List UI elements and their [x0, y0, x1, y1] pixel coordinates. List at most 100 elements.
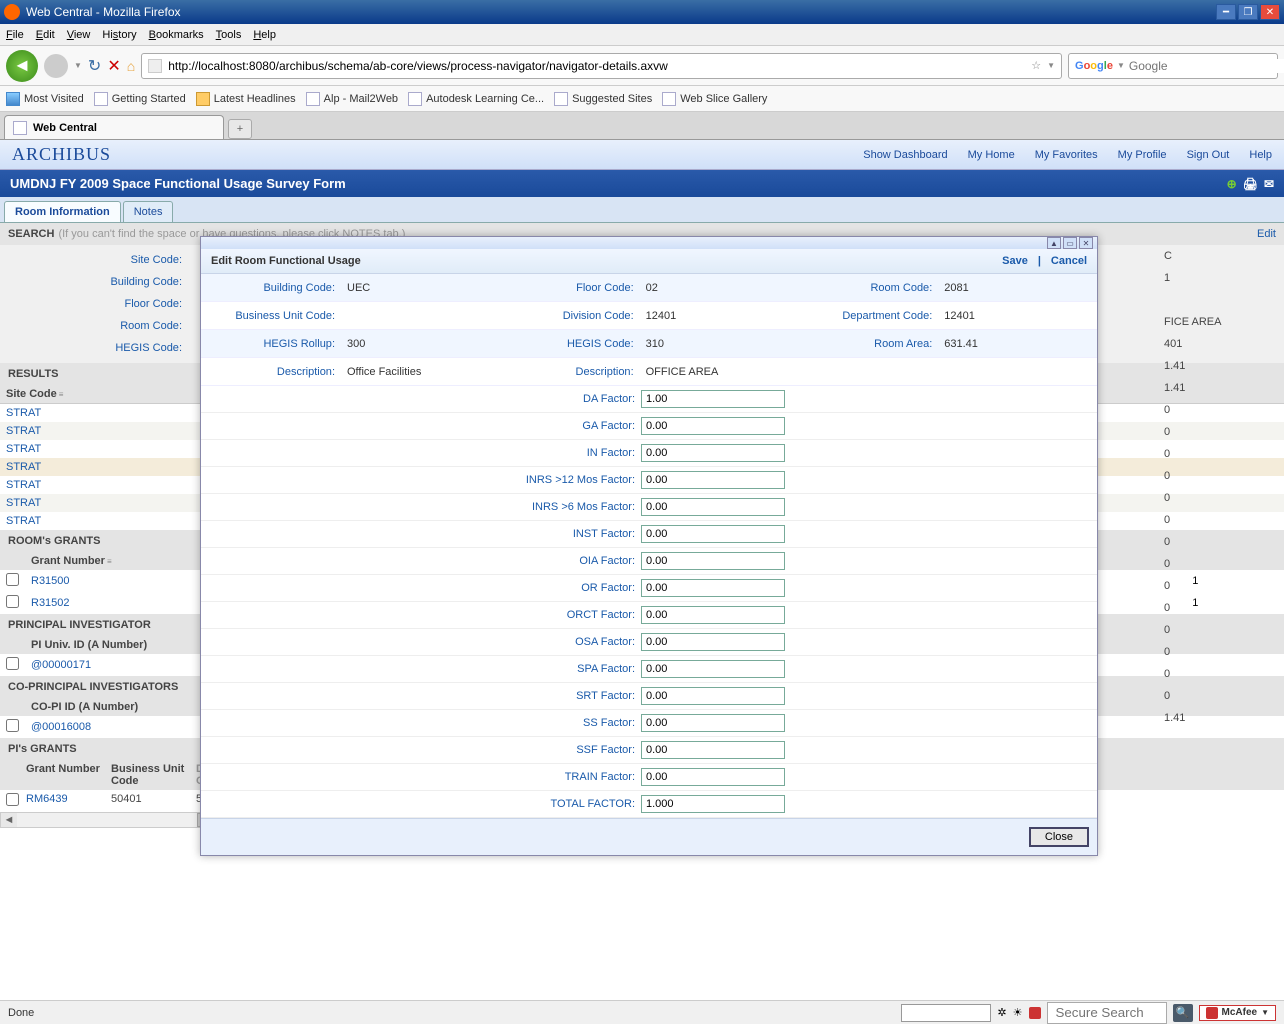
sun-icon[interactable]: ☀	[1013, 1006, 1023, 1019]
secure-search-button[interactable]: 🔍	[1173, 1004, 1193, 1022]
secure-search-input[interactable]	[1052, 1004, 1162, 1022]
url-dropdown[interactable]: ▼	[1047, 61, 1055, 70]
url-bar[interactable]: ☆ ▼	[141, 53, 1062, 79]
peek-value: 0	[1164, 509, 1264, 531]
maximize-button[interactable]: ❐	[1238, 4, 1258, 20]
readonly-field: Business Unit Code	[201, 302, 500, 330]
search-engine-dropdown[interactable]: ▼	[1117, 61, 1125, 70]
factor-input[interactable]	[641, 660, 785, 678]
browser-menubar: File Edit View History Bookmarks Tools H…	[0, 24, 1284, 46]
browser-tab-web-central[interactable]: Web Central	[4, 115, 224, 139]
readonly-field: DescriptionOFFICE AREA	[500, 358, 799, 386]
nav-my-home[interactable]: My Home	[968, 149, 1015, 161]
factor-input[interactable]	[641, 498, 785, 516]
pi-checkbox[interactable]	[6, 657, 19, 670]
menu-tools[interactable]: Tools	[216, 29, 242, 41]
factor-input[interactable]	[641, 687, 785, 705]
factor-input[interactable]	[641, 390, 785, 408]
home-button[interactable]: ⌂	[127, 58, 135, 74]
page-icon	[306, 92, 320, 106]
browser-search-box[interactable]: Google ▼ 🔍	[1068, 53, 1278, 79]
close-window-button[interactable]: ✕	[1260, 4, 1280, 20]
menu-help[interactable]: Help	[253, 29, 276, 41]
tab-room-information[interactable]: Room Information	[4, 201, 121, 222]
peek-value: 0	[1164, 597, 1264, 619]
secure-search-box[interactable]	[1047, 1002, 1167, 1024]
factor-input[interactable]	[641, 633, 785, 651]
tab-notes[interactable]: Notes	[123, 201, 174, 222]
back-button[interactable]: ◄	[6, 50, 38, 82]
new-tab-button[interactable]: +	[228, 119, 252, 139]
star-icon	[6, 92, 20, 106]
forward-button[interactable]	[44, 54, 68, 78]
peek-value: 0	[1164, 575, 1264, 597]
factor-input[interactable]	[641, 579, 785, 597]
menu-view[interactable]: View	[67, 29, 91, 41]
close-button[interactable]: Close	[1029, 827, 1089, 847]
modal-readonly-grid: Building CodeUECFloor Code02Room Code208…	[201, 274, 1097, 386]
browser-search-input[interactable]	[1129, 59, 1284, 73]
history-dropdown[interactable]: ▼	[74, 61, 82, 70]
pig-checkbox[interactable]	[6, 793, 19, 806]
menu-edit[interactable]: Edit	[36, 29, 55, 41]
factor-input[interactable]	[641, 768, 785, 786]
print-icon[interactable]: 🖨	[1243, 177, 1258, 191]
mcafee-badge[interactable]: McAfee ▼	[1199, 1005, 1277, 1021]
window-title: Web Central - Mozilla Firefox	[26, 5, 181, 19]
factor-input[interactable]	[641, 714, 785, 732]
factor-input[interactable]	[641, 417, 785, 435]
page-icon	[94, 92, 108, 106]
mail-icon[interactable]: ✉	[1264, 177, 1274, 191]
peek-value: 0	[1164, 641, 1264, 663]
peek-value: 0	[1164, 443, 1264, 465]
tab-favicon	[13, 121, 27, 135]
bookmark-suggested-sites[interactable]: Suggested Sites	[554, 92, 652, 106]
modal-close-x-button[interactable]: ✕	[1079, 237, 1093, 249]
nav-my-profile[interactable]: My Profile	[1118, 149, 1167, 161]
factor-input[interactable]	[641, 741, 785, 759]
nav-show-dashboard[interactable]: Show Dashboard	[863, 149, 947, 161]
factor-input[interactable]	[641, 525, 785, 543]
google-icon: Google	[1075, 60, 1113, 72]
bookmark-alp-mail2web[interactable]: Alp - Mail2Web	[306, 92, 398, 106]
url-input[interactable]	[168, 59, 1025, 73]
bookmark-web-slice[interactable]: Web Slice Gallery	[662, 92, 767, 106]
cancel-button[interactable]: Cancel	[1051, 255, 1087, 267]
factor-input[interactable]	[641, 471, 785, 489]
readonly-field: Room Area631.41	[798, 330, 1097, 358]
bug-icon[interactable]: ✲	[997, 1006, 1006, 1019]
browser-statusbar: Done ✲ ☀ 🔍 McAfee ▼	[0, 1000, 1284, 1024]
modal-collapse-button[interactable]: ▲	[1047, 237, 1061, 249]
reload-button[interactable]: ↻	[88, 56, 101, 76]
status-input[interactable]	[901, 1004, 991, 1022]
copi-checkbox[interactable]	[6, 719, 19, 732]
edit-link[interactable]: Edit	[1257, 228, 1276, 240]
factor-input[interactable]	[641, 795, 785, 813]
nav-help[interactable]: Help	[1249, 149, 1272, 161]
readonly-field: Building CodeUEC	[201, 274, 500, 302]
nav-sign-out[interactable]: Sign Out	[1187, 149, 1230, 161]
factor-input[interactable]	[641, 444, 785, 462]
readonly-field: Floor Code02	[500, 274, 799, 302]
bookmark-star-icon[interactable]: ☆	[1031, 59, 1041, 72]
peek-value: 1.41	[1164, 707, 1264, 729]
bookmark-autodesk[interactable]: Autodesk Learning Ce...	[408, 92, 544, 106]
bookmark-most-visited[interactable]: Most Visited	[6, 92, 84, 106]
menu-bookmarks[interactable]: Bookmarks	[149, 29, 204, 41]
modal-restore-button[interactable]: ▭	[1063, 237, 1077, 249]
bookmark-latest-headlines[interactable]: Latest Headlines	[196, 92, 296, 106]
menu-history[interactable]: History	[102, 29, 136, 41]
peek-value: 1.41	[1164, 355, 1264, 377]
minimize-button[interactable]: ━	[1216, 4, 1236, 20]
factor-input[interactable]	[641, 552, 785, 570]
bookmarks-toolbar: Most Visited Getting Started Latest Head…	[0, 86, 1284, 112]
stop-button[interactable]: ✕	[107, 56, 120, 76]
bookmark-getting-started[interactable]: Getting Started	[94, 92, 186, 106]
row-checkbox[interactable]	[6, 595, 19, 608]
nav-my-favorites[interactable]: My Favorites	[1035, 149, 1098, 161]
save-button[interactable]: Save	[1002, 255, 1028, 267]
row-checkbox[interactable]	[6, 573, 19, 586]
menu-file[interactable]: File	[6, 29, 24, 41]
factor-input[interactable]	[641, 606, 785, 624]
add-icon[interactable]: ⊕	[1227, 177, 1237, 191]
